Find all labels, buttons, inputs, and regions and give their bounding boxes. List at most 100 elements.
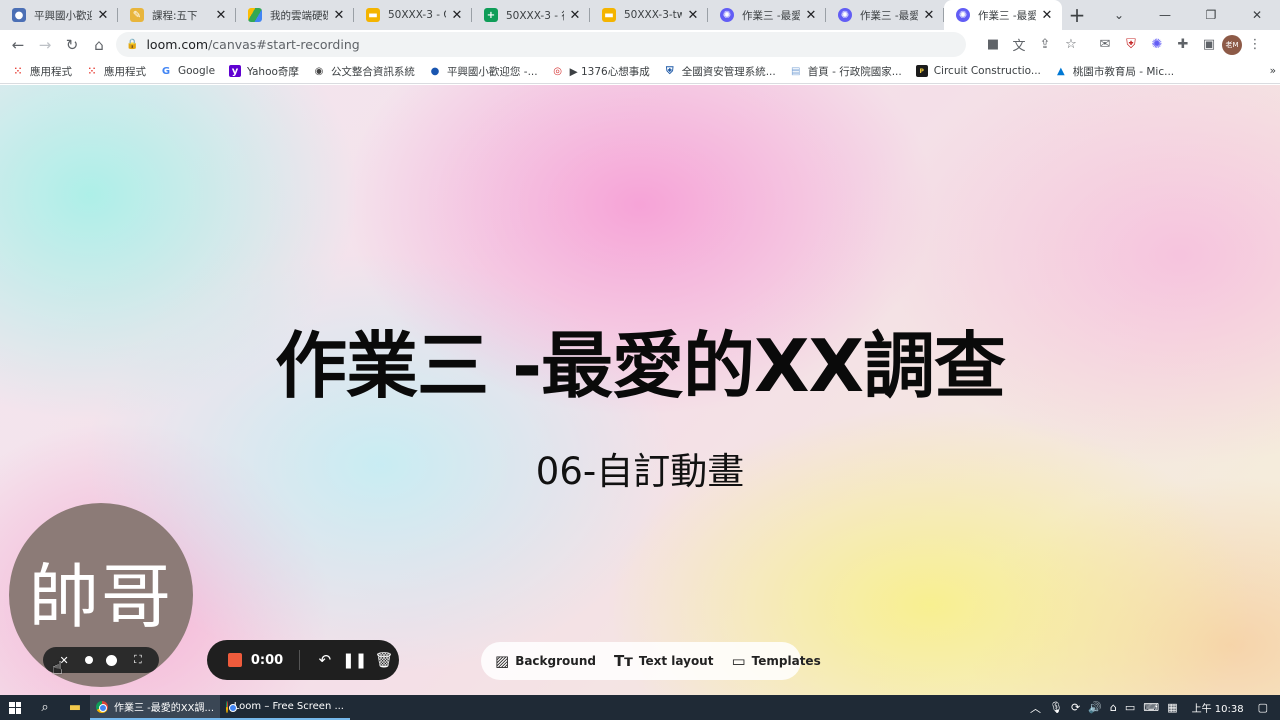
microphone-icon[interactable]: 🎙 [1045, 701, 1067, 714]
bookmark-label: Yahoo奇摩 [247, 65, 299, 78]
bookmarks-bar: ⁙ 應用程式 ⁙ 應用程式 G Google y Yahoo奇摩 ◉ 公文整合資訊系統 ●… [0, 59, 1280, 84]
bubble-small-icon[interactable] [85, 656, 94, 664]
window-controls: ⌄ — ❐ ✕ [1096, 0, 1280, 30]
ime-icon[interactable]: ▦ [1163, 701, 1181, 714]
bookmarks-overflow-icon[interactable]: » [1270, 65, 1276, 77]
canvas-toolbar: ▨ Background Tт Text layout ▭ Templates [481, 642, 821, 680]
text-layout-button[interactable]: Tт Text layout [614, 652, 714, 670]
browser-tab[interactable]: ✺ 作業三 -最愛 ✕ [826, 0, 944, 30]
browser-tab[interactable]: ✺ 作業三 -最愛 ✕ [708, 0, 826, 30]
stop-recording-button[interactable] [228, 653, 242, 667]
taskbar-app-chrome[interactable]: Loom – Free Screen ... [220, 695, 350, 720]
bookmark-label: Circuit Constructio... [933, 65, 1041, 77]
loom-canvas: 作業三 -最愛的XX調查 06-自訂動畫 帥哥 ✕ ⛶ ☝ 0:00 ↶ ❚❚ … [0, 85, 1280, 695]
profile-avatar[interactable]: 老M [1222, 34, 1242, 55]
system-tray: ︿ 🎙 ⟳ 🔊 ⌂ ▭ ⌨ ▦ 上午 10:38 ▢ [1026, 695, 1280, 720]
camera-icon[interactable]: ■ [980, 33, 1006, 56]
browser-tab[interactable]: ▬ 50XXX-3-tw ✕ [590, 0, 708, 30]
browser-tab[interactable]: +50XXX-3 - 行 ✕ [472, 0, 590, 30]
forward-icon[interactable]: → [32, 32, 58, 58]
tray-chevron-icon[interactable]: ︿ [1026, 700, 1045, 716]
close-tab-icon[interactable]: ✕ [450, 8, 464, 23]
close-tab-icon[interactable]: ✕ [332, 8, 346, 23]
bookmark-item[interactable]: ● 平興國小歡迎您 -... [429, 64, 538, 79]
share-icon[interactable]: ⇪ [1032, 33, 1058, 56]
browser-tab[interactable]: ▬ 50XXX-3 - Go ✕ [354, 0, 472, 30]
loom-icon: ✺ [956, 8, 970, 22]
sync-icon[interactable]: ⟳ [1067, 701, 1084, 714]
bookmark-item[interactable]: G Google [160, 65, 215, 77]
tab-strip: ●平興國小歡迎✕ ✎課程:五下✕ 我的雲端硬碟✕ ▬50XXX-3 - Go✕ … [0, 0, 1280, 30]
lock-icon[interactable]: 🔒 [126, 39, 138, 50]
search-icon[interactable]: ⌕ [30, 695, 60, 720]
extensions-icon[interactable]: ✚ [1170, 33, 1196, 56]
taskbar-app-chrome[interactable]: 作業三 -最愛的XX調... [90, 695, 220, 720]
minimize-icon[interactable]: — [1142, 0, 1188, 30]
bookmark-item[interactable]: ⁙ 應用程式 [86, 64, 146, 79]
keyboard-icon[interactable]: ⌨ [1139, 701, 1163, 714]
close-tab-icon[interactable]: ✕ [922, 8, 936, 23]
menu-icon[interactable]: ⋮ [1242, 33, 1268, 56]
back-icon[interactable]: ← [5, 32, 31, 58]
browser-tab[interactable]: 我的雲端硬碟 ✕ [236, 0, 354, 30]
bookmark-label: 全國資安管理系統... [681, 65, 776, 78]
browser-tab[interactable]: ✎ 課程:五下 ✕ [118, 0, 236, 30]
side-panel-icon[interactable]: ▣ [1196, 33, 1222, 56]
close-tab-icon[interactable]: ✕ [96, 8, 110, 23]
reload-icon[interactable]: ↻ [59, 32, 85, 58]
bookmark-item[interactable]: ◉ 公文整合資訊系統 [313, 64, 415, 79]
bookmark-label: 平興國小歡迎您 -... [446, 65, 538, 78]
delete-icon[interactable]: 🗑 [369, 651, 399, 669]
page-icon: ▤ [791, 65, 801, 77]
tab-title: 作業三 -最愛 [978, 9, 1036, 22]
address-bar[interactable]: 🔒 loom.com/canvas#start-recording [116, 32, 966, 57]
start-button[interactable] [0, 695, 30, 720]
bookmark-item[interactable]: ⁙ 應用程式 [12, 64, 72, 79]
display-icon[interactable]: ▭ [1121, 701, 1139, 714]
bookmark-item[interactable]: ◎ ▶ 1376心想事成 [552, 64, 650, 79]
fullscreen-icon[interactable]: ⛶ [129, 651, 147, 669]
text-icon: Tт [613, 652, 633, 670]
windows-icon [9, 701, 21, 714]
url-text: loom.com/canvas#start-recording [146, 37, 359, 52]
bookmark-item[interactable]: ▤ 首頁 - 行政院國家... [790, 64, 902, 79]
close-tab-icon[interactable]: ✕ [568, 8, 582, 23]
loom-extension-icon[interactable]: ✺ [1144, 33, 1170, 56]
maximize-icon[interactable]: ❐ [1188, 0, 1234, 30]
file-explorer-icon[interactable]: ▬ [60, 695, 90, 720]
notification-icon[interactable]: ▢ [1254, 701, 1280, 714]
close-tab-icon[interactable]: ✕ [214, 8, 228, 23]
close-tab-icon[interactable]: ✕ [1040, 8, 1054, 23]
translate-icon[interactable]: 文 [1006, 33, 1032, 56]
recording-controls: 0:00 ↶ ❚❚ 🗑 [207, 640, 399, 680]
close-window-icon[interactable]: ✕ [1234, 0, 1280, 30]
bookmark-label: Google [178, 65, 216, 77]
bookmark-label: 桃園市教育局 - Mic... [1072, 65, 1175, 78]
chrome-icon [96, 700, 108, 713]
recording-timer: 0:00 [250, 652, 284, 668]
bookmark-item[interactable]: ⛨ 全國資安管理系統... [664, 64, 776, 79]
pause-icon[interactable]: ❚❚ [340, 651, 370, 669]
network-icon[interactable]: ⌂ [1106, 701, 1121, 714]
home-icon[interactable]: ⌂ [86, 32, 112, 58]
bookmark-item[interactable]: y Yahoo奇摩 [229, 64, 299, 79]
text-layout-label: Text layout [638, 654, 714, 668]
bookmark-star-icon[interactable]: ☆ [1058, 33, 1084, 56]
background-button[interactable]: ▨ Background [495, 652, 596, 670]
browser-tab[interactable]: ● 平興國小歡迎 ✕ [0, 0, 118, 30]
bubble-large-icon[interactable] [105, 654, 117, 666]
close-tab-icon[interactable]: ✕ [804, 8, 818, 23]
templates-button[interactable]: ▭ Templates [731, 652, 820, 670]
restart-icon[interactable]: ↶ [310, 651, 340, 669]
new-tab-button[interactable]: + [1062, 0, 1092, 30]
bookmark-item[interactable]: P Circuit Constructio... [915, 65, 1041, 77]
bookmark-item[interactable]: ▲ 桃園市教育局 - Mic... [1055, 64, 1174, 79]
close-tab-icon[interactable]: ✕ [686, 8, 700, 23]
browser-tab-active[interactable]: ✺ 作業三 -最愛 ✕ [944, 0, 1062, 30]
taskbar-app-label: 作業三 -最愛的XX調... [113, 703, 214, 714]
mail-extension-icon[interactable]: ✉ [1092, 33, 1118, 56]
tab-search-icon[interactable]: ⌄ [1096, 0, 1142, 30]
volume-icon[interactable]: 🔊 [1084, 701, 1106, 714]
shield-extension-icon[interactable]: ⛨ [1118, 33, 1144, 56]
clock[interactable]: 上午 10:38 [1182, 700, 1254, 715]
